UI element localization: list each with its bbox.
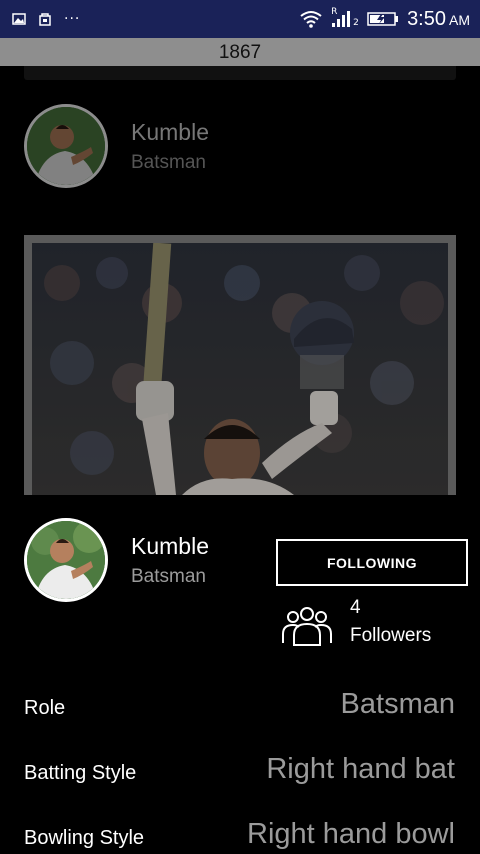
- cover-photo-image: [32, 243, 448, 495]
- followers-label: Followers: [350, 625, 432, 646]
- player-role: Batsman: [131, 566, 206, 587]
- signal-icon: R 2: [331, 7, 359, 29]
- followers-icon: [282, 607, 332, 646]
- detail-value-role: Batsman: [340, 688, 455, 720]
- wifi-icon: [300, 11, 322, 28]
- detail-label-bowling-style: Bowling Style: [24, 827, 145, 849]
- status-right: R 2 3:50 AM: [299, 7, 480, 31]
- top-title-bar: 1867: [0, 38, 480, 66]
- cover-photo: [24, 235, 456, 495]
- header-player-role: Batsman: [131, 152, 206, 173]
- image-icon: [12, 13, 26, 25]
- followers-count: 4: [350, 597, 361, 618]
- header-avatar[interactable]: [24, 104, 108, 188]
- following-button[interactable]: FOLLOWING: [276, 539, 468, 586]
- clock-ampm: AM: [449, 11, 470, 28]
- detail-label-batting-style: Batting Style: [24, 762, 137, 784]
- bag-icon: [39, 13, 51, 26]
- status-bar: ··· R 2 3:50 AM: [0, 0, 480, 38]
- signal-sim-label: 2: [353, 18, 359, 28]
- signal-roaming-label: R: [331, 7, 338, 17]
- header-player-name: Kumble: [131, 119, 209, 145]
- detail-value-bowling-style: Right hand bowl: [247, 818, 455, 850]
- player-avatar[interactable]: [24, 518, 108, 602]
- top-title: 1867: [218, 42, 262, 63]
- battery-icon: [367, 12, 399, 26]
- scrolled-card-edge: [24, 66, 456, 80]
- status-left: ···: [0, 11, 80, 27]
- detail-label-role: Role: [24, 697, 66, 719]
- status-clock: 3:50 AM: [407, 8, 470, 31]
- detail-value-batting-style: Right hand bat: [266, 753, 455, 785]
- more-dots-icon: ···: [64, 11, 81, 27]
- clock-time: 3:50: [407, 7, 446, 30]
- player-name: Kumble: [131, 533, 209, 559]
